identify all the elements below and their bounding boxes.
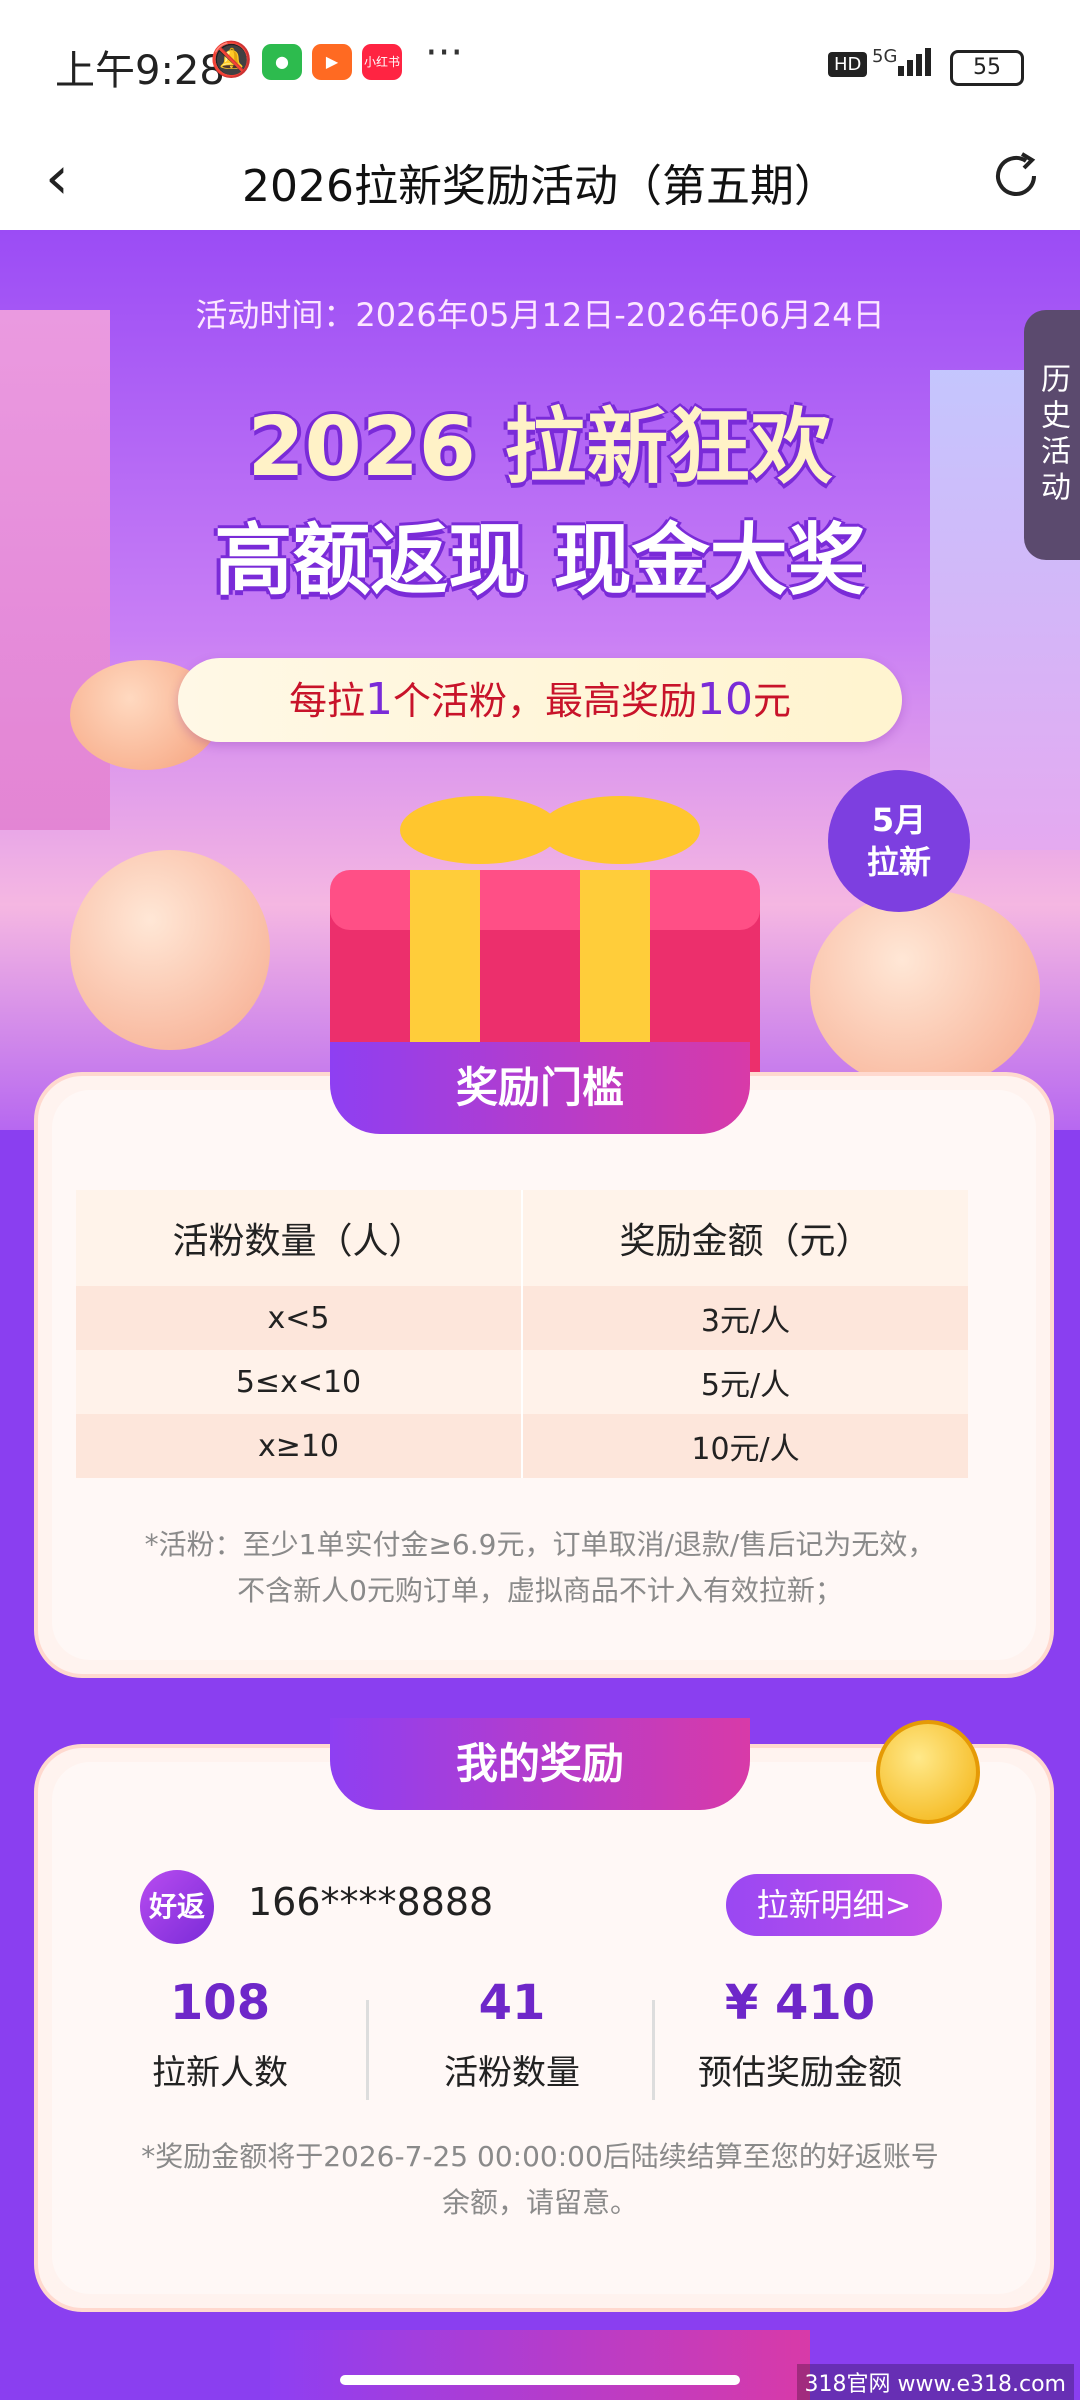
table-cell: x<5 (76, 1286, 522, 1350)
note-line: 不含新人0元购订单，虚拟商品不计入有效拉新； (237, 1574, 843, 1607)
stat-value: ¥ 410 (724, 1975, 876, 2031)
table-row: 5≤x<10 5元/人 (76, 1350, 968, 1414)
threshold-table: 活粉数量（人） 奖励金额（元） x<5 3元/人 5≤x<10 5元/人 x≥1… (76, 1190, 968, 1478)
table-header: 奖励金额（元） (521, 1190, 968, 1286)
referral-detail-button[interactable]: 拉新明细> (726, 1874, 942, 1936)
status-bar: 上午9:28 🔕 ● ▶ 小红书 ··· HD 5G 55 (0, 0, 1080, 130)
status-time: 上午9:28 (55, 48, 225, 94)
table-row: x<5 3元/人 (76, 1286, 968, 1350)
stat-label: 预估奖励金额 (698, 2053, 902, 2093)
xiaohongshu-icon: 小红书 (362, 44, 402, 80)
table-cell: 5≤x<10 (76, 1350, 522, 1414)
kuaishou-icon: ▶ (312, 44, 352, 80)
pill-text: 个活粉，最高奖励 (392, 679, 697, 723)
signal-icon (898, 48, 934, 76)
table-cell: x≥10 (76, 1414, 522, 1478)
hd-icon: HD (828, 52, 868, 77)
stat-active-fans: 41 活粉数量 (352, 1975, 672, 2094)
table-header-row: 活粉数量（人） 奖励金额（元） (76, 1190, 968, 1286)
month-badge: 5月 拉新 (828, 770, 970, 912)
more-icon: ··· (425, 30, 464, 76)
note-line: *活粉：至少1单实付金≥6.9元，订单取消/退款/售后记为无效， (144, 1528, 936, 1561)
pill-text: 每拉 (288, 679, 365, 723)
stat-value: 108 (169, 1975, 271, 2031)
haofan-logo: 好返 (140, 1870, 214, 1944)
table-cell: 5元/人 (521, 1350, 968, 1414)
headline-line-1: 2026 拉新狂欢 (247, 400, 833, 495)
nav-bar: ‹ 2026拉新奖励活动（第五期） (0, 130, 1080, 230)
stat-value: 41 (478, 1975, 546, 2031)
coin-icon (876, 1720, 980, 1824)
table-cell: 3元/人 (521, 1286, 968, 1350)
pill-number: 1 (364, 674, 393, 725)
badge-line: 5月 (871, 801, 927, 839)
reward-pill: 每拉1个活粉，最高奖励10元 (178, 658, 902, 742)
cloud-decoration (70, 850, 270, 1050)
note-line: 余额，请留意。 (441, 2186, 638, 2219)
user-phone: 166****8888 (248, 1880, 494, 1924)
table-header: 活粉数量（人） (76, 1190, 522, 1286)
hero-banner: 活动时间：2026年05月12日-2026年06月24日 2026 拉新狂欢 高… (0, 230, 1080, 1130)
reward-note: *奖励金额将于2026-7-25 00:00:00后陆续结算至您的好返账号 余额… (70, 2134, 1010, 2226)
my-reward-ribbon: 我的奖励 (330, 1718, 750, 1810)
refresh-icon[interactable] (986, 146, 1046, 206)
stat-estimated-reward: ¥ 410 预估奖励金额 (640, 1975, 960, 2094)
network-type: 5G (872, 46, 898, 67)
home-indicator[interactable] (340, 2375, 740, 2385)
headline-line-2: 高额返现 现金大奖 (214, 516, 866, 606)
pill-text: 元 (753, 679, 792, 723)
stat-label: 拉新人数 (152, 2053, 288, 2093)
page-title: 2026拉新奖励活动（第五期） (242, 161, 838, 212)
activity-time: 活动时间：2026年05月12日-2026年06月24日 (195, 296, 885, 334)
stat-referrals: 108 拉新人数 (60, 1975, 380, 2094)
table-cell: 10元/人 (521, 1414, 968, 1478)
watermark: 318官网 www.e318.com (796, 2364, 1074, 2400)
history-activity-tab[interactable]: 历史活动 (1024, 310, 1080, 560)
table-row: x≥10 10元/人 (76, 1414, 968, 1478)
note-line: *奖励金额将于2026-7-25 00:00:00后陆续结算至您的好返账号 (141, 2140, 939, 2173)
threshold-ribbon: 奖励门槛 (330, 1042, 750, 1134)
wechat-icon: ● (262, 44, 302, 80)
battery-icon: 55 (950, 50, 1024, 86)
pill-number: 10 (697, 674, 753, 725)
bell-muted-icon: 🔕 (210, 40, 253, 80)
stat-label: 活粉数量 (444, 2053, 580, 2093)
badge-line: 拉新 (866, 843, 931, 881)
next-section-ribbon (270, 2330, 810, 2400)
cloud-decoration (810, 890, 1040, 1090)
threshold-note: *活粉：至少1单实付金≥6.9元，订单取消/退款/售后记为无效， 不含新人0元购… (70, 1522, 1010, 1614)
